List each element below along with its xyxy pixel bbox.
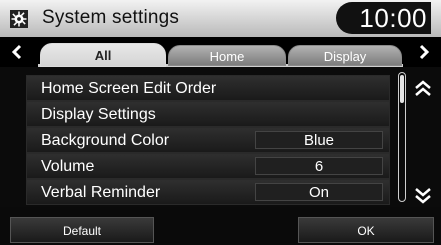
tab-home[interactable]: Home	[168, 45, 286, 66]
scroll-down-icon[interactable]	[412, 184, 434, 206]
tab-display[interactable]: Display	[288, 45, 402, 66]
scrollbar-thumb[interactable]	[400, 75, 404, 103]
page-title: System settings	[42, 7, 180, 28]
system-settings-screen: System settings 10:00 All Home Display H…	[0, 0, 441, 245]
list-item-value: 6	[255, 157, 383, 175]
tab-all[interactable]: All	[40, 43, 166, 67]
gear-icon	[10, 10, 28, 28]
list-item-label: Verbal Reminder	[41, 184, 161, 201]
list-item-home-screen-edit-order[interactable]: Home Screen Edit Order	[26, 75, 390, 101]
list-item-label: Display Settings	[41, 106, 156, 123]
title-bar: System settings 10:00	[0, 0, 441, 38]
scrollbar[interactable]	[398, 72, 406, 202]
list-item-volume[interactable]: Volume 6	[26, 153, 390, 179]
clock-display: 10:00	[336, 2, 431, 34]
scroll-up-icon[interactable]	[412, 78, 434, 100]
list-item-label: Home Screen Edit Order	[41, 80, 217, 97]
list-item-verbal-reminder[interactable]: Verbal Reminder On	[26, 179, 390, 205]
ok-button[interactable]: OK	[298, 217, 434, 243]
chevron-left-icon[interactable]	[8, 43, 26, 61]
list-item-value: Blue	[255, 131, 383, 149]
list-item-background-color[interactable]: Background Color Blue	[26, 127, 390, 153]
settings-list: Home Screen Edit Order Display Settings …	[0, 67, 441, 207]
list-item-value: On	[255, 183, 383, 201]
default-button[interactable]: Default	[10, 217, 154, 243]
list-item-display-settings[interactable]: Display Settings	[26, 101, 390, 127]
list-item-label: Background Color	[41, 132, 170, 149]
chevron-right-icon[interactable]	[415, 43, 433, 61]
list-item-label: Volume	[41, 158, 95, 175]
